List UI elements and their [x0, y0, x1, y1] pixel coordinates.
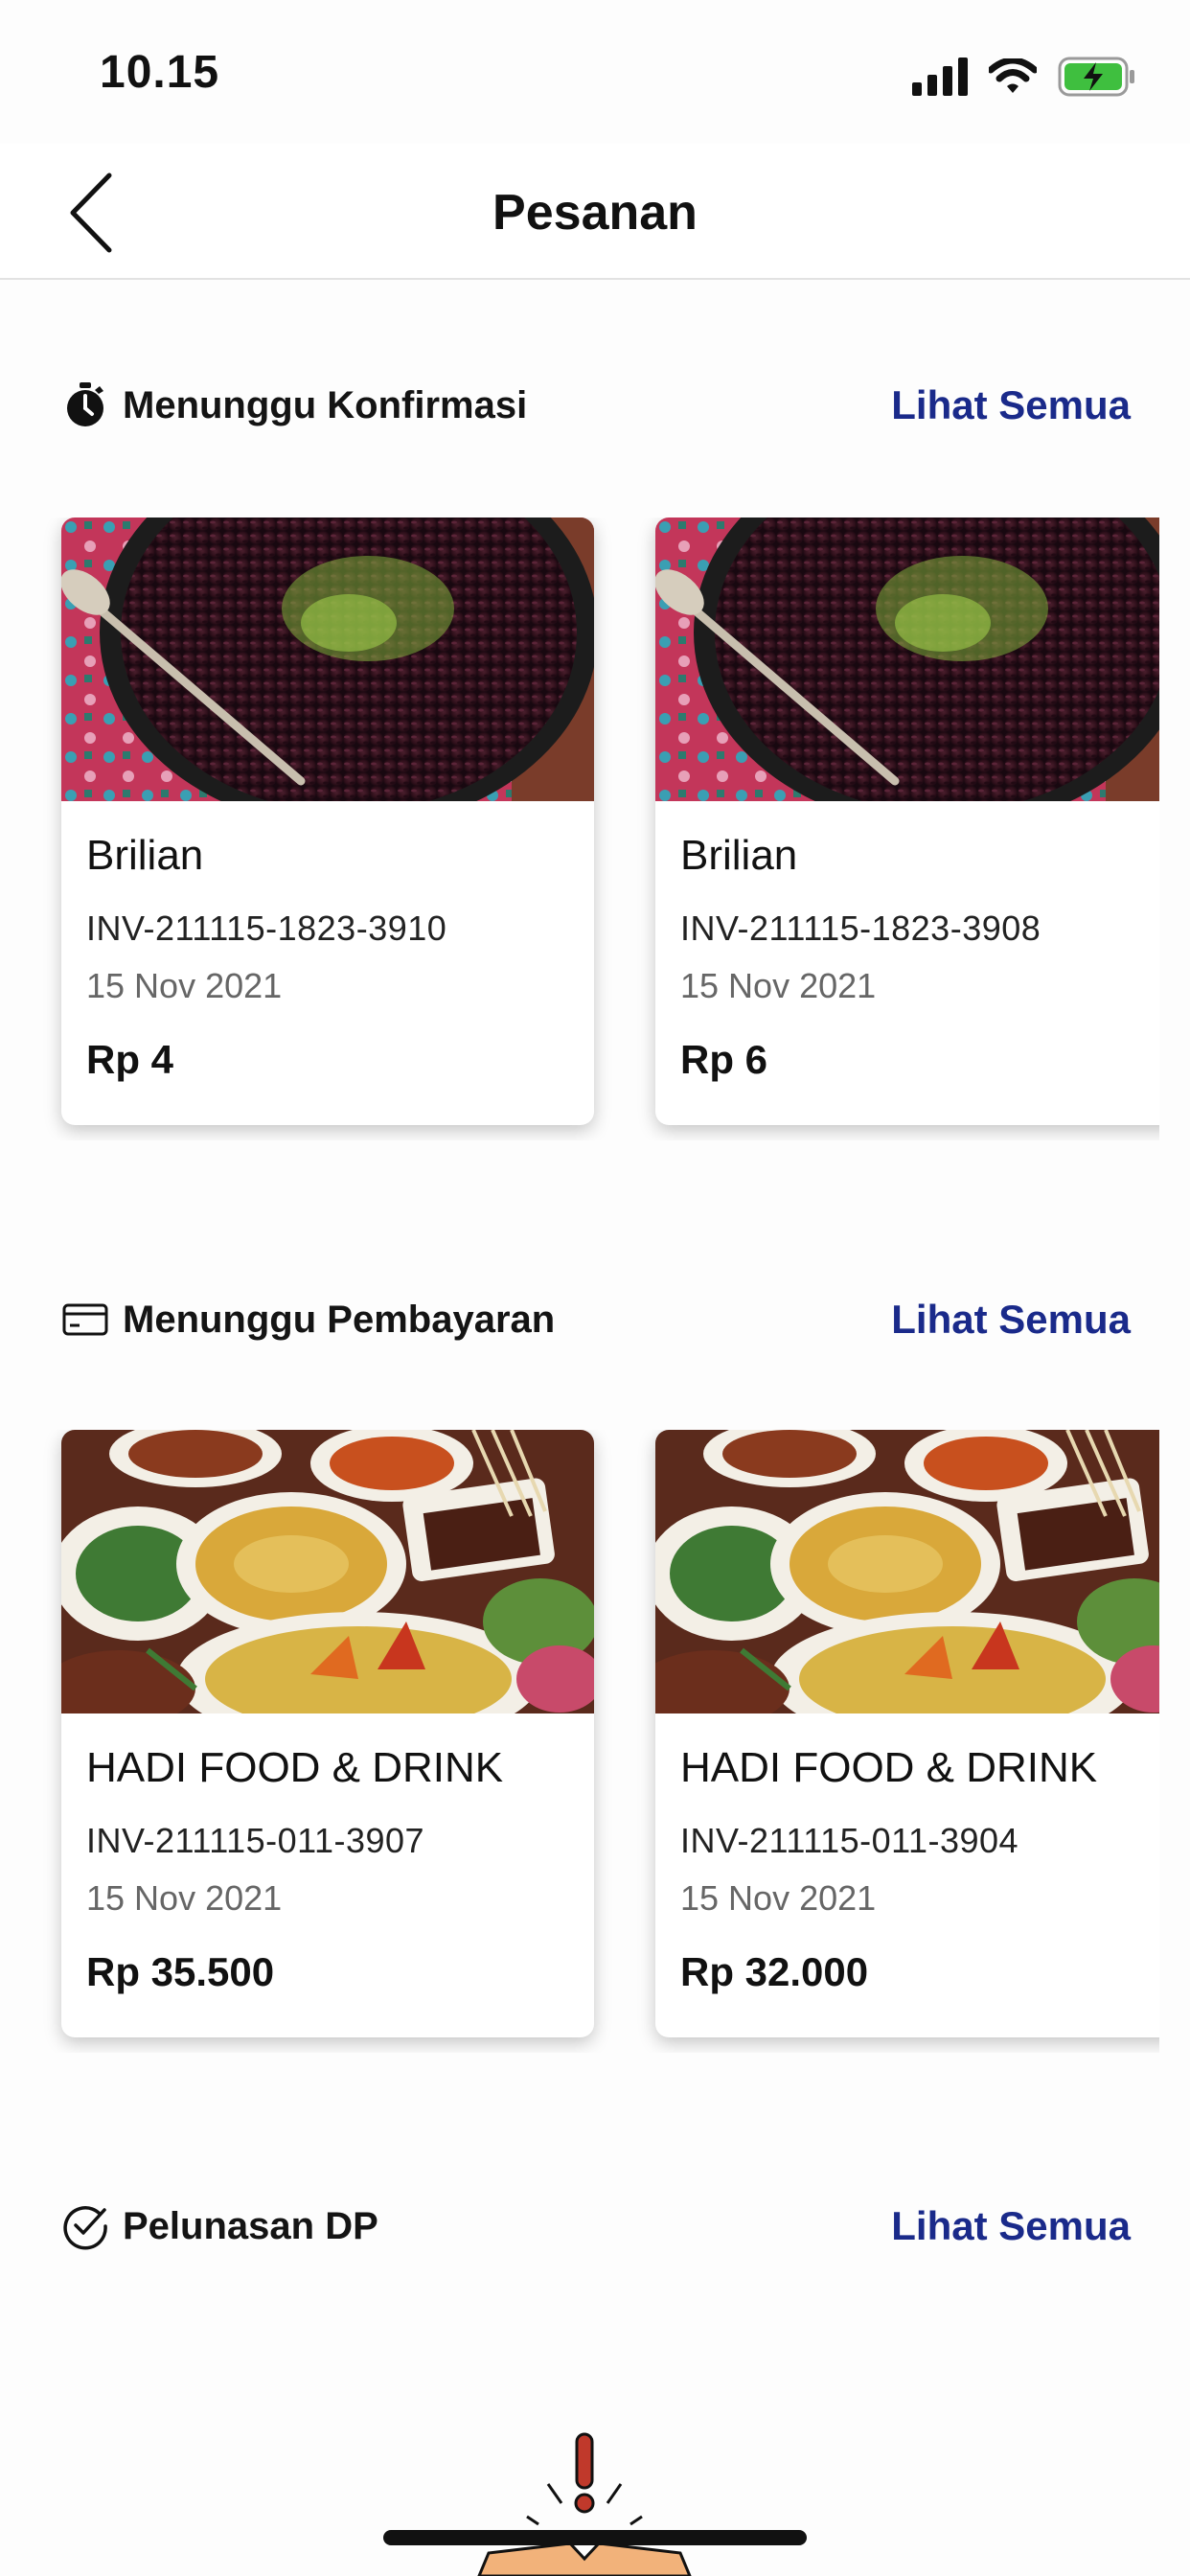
section-header-konfirmasi: Menunggu Konfirmasi Lihat Semua — [61, 372, 1131, 439]
status-bar: 10.15 — [0, 0, 1190, 144]
wifi-icon — [989, 58, 1037, 93]
order-price: Rp 6 — [680, 1037, 768, 1082]
invoice-number: INV-211115-1823-3910 — [86, 908, 447, 948]
order-date: 15 Nov 2021 — [86, 1878, 283, 1918]
status-icons — [912, 54, 1136, 100]
order-card[interactable]: Brilian INV-211115-1823-3908 15 Nov 2021… — [655, 518, 1159, 1125]
page-title: Pesanan — [492, 185, 698, 241]
order-price: Rp 35.500 — [86, 1949, 275, 1994]
food-image-indonesian-feast — [655, 1430, 1159, 1714]
invoice-number: INV-211115-011-3904 — [680, 1821, 1019, 1860]
see-all-link-pelunasan[interactable]: Lihat Semua — [891, 2203, 1131, 2249]
order-card[interactable]: Brilian INV-211115-1823-3910 15 Nov 2021… — [61, 518, 594, 1125]
credit-card-icon — [61, 1296, 109, 1344]
merchant-name: Brilian — [86, 832, 204, 879]
order-card[interactable]: HADI FOOD & DRINK INV-211115-011-3907 15… — [61, 1430, 594, 2037]
food-image-black-rice — [655, 518, 1159, 801]
orders-row-pembayaran: HADI FOOD & DRINK INV-211115-011-3907 15… — [0, 1430, 1159, 2053]
section-header-pelunasan: Pelunasan DP Lihat Semua — [61, 2193, 1131, 2260]
merchant-name: HADI FOOD & DRINK — [680, 1744, 1098, 1791]
order-date: 15 Nov 2021 — [680, 966, 877, 1005]
see-all-link-pembayaran[interactable]: Lihat Semua — [891, 1297, 1131, 1343]
order-date: 15 Nov 2021 — [86, 966, 283, 1005]
stopwatch-icon — [61, 381, 109, 429]
invoice-number: INV-211115-1823-3908 — [680, 908, 1041, 948]
section-title: Menunggu Konfirmasi — [123, 383, 528, 426]
check-circle-icon — [61, 2202, 109, 2250]
food-image-black-rice — [61, 518, 594, 801]
section-title: Menunggu Pembayaran — [123, 1298, 556, 1341]
invoice-number: INV-211115-011-3907 — [86, 1821, 425, 1860]
order-price: Rp 4 — [86, 1037, 174, 1082]
food-image-indonesian-feast — [61, 1430, 594, 1714]
see-all-link-konfirmasi[interactable]: Lihat Semua — [891, 382, 1131, 428]
orders-row-konfirmasi: Brilian INV-211115-1823-3910 15 Nov 2021… — [0, 518, 1159, 1140]
signal-icon — [912, 58, 968, 96]
order-price: Rp 32.000 — [680, 1949, 869, 1994]
battery-charging-icon — [1058, 57, 1134, 97]
order-date: 15 Nov 2021 — [680, 1878, 877, 1918]
order-card[interactable]: HADI FOOD & DRINK INV-211115-011-3904 15… — [655, 1430, 1159, 2037]
merchant-name: HADI FOOD & DRINK — [86, 1744, 504, 1791]
navigation-bar: Pesanan — [0, 144, 1190, 280]
section-title: Pelunasan DP — [123, 2204, 378, 2247]
home-indicator — [383, 2530, 807, 2545]
alert-illustration — [477, 2432, 692, 2576]
merchant-name: Brilian — [680, 832, 798, 879]
status-time: 10.15 — [100, 47, 220, 98]
section-header-pembayaran: Menunggu Pembayaran Lihat Semua — [61, 1286, 1131, 1353]
